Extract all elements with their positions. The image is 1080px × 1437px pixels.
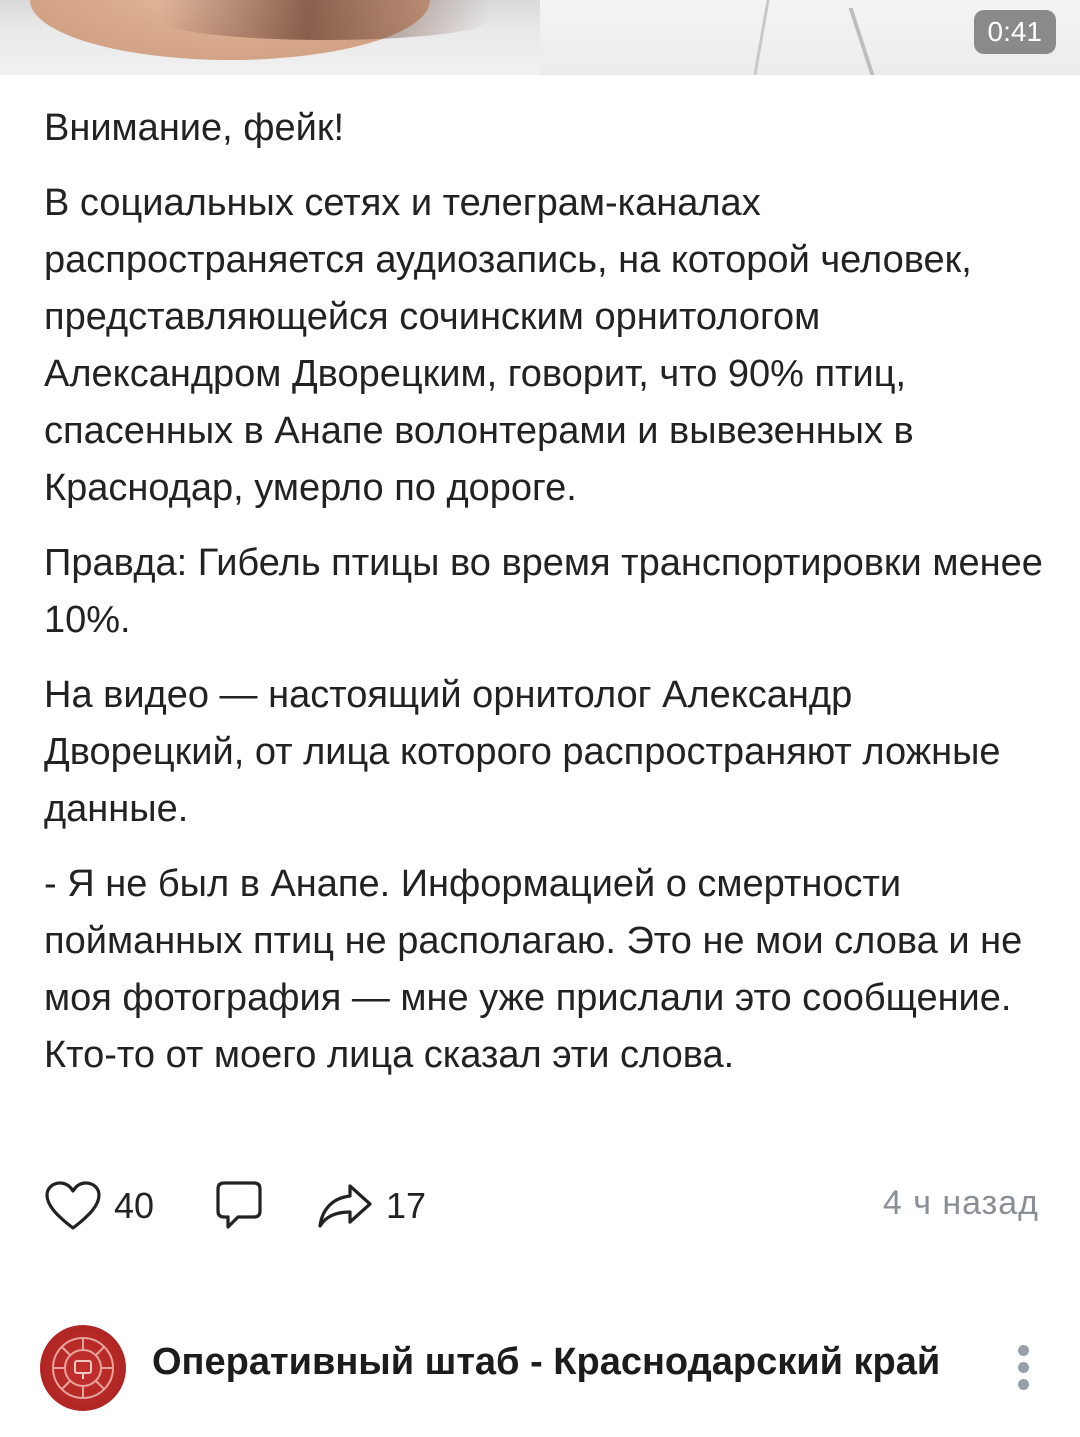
more-vertical-icon[interactable]: [1016, 1345, 1030, 1395]
video-duration-badge: 0:41: [973, 10, 1056, 54]
heart-icon: [44, 1180, 102, 1232]
post-text: Внимание, фейк! В социальных сетях и тел…: [44, 100, 1044, 1102]
next-post-header: Оперативный штаб - Краснодарский край: [40, 1325, 1040, 1411]
post-timestamp: 4 ч назад: [882, 1184, 1039, 1222]
post-actions: 40 17 4 ч назад: [44, 1178, 1039, 1234]
share-icon: [316, 1180, 374, 1232]
feed: 0:41 Внимание, фейк! В социальных сетях …: [0, 0, 1080, 1437]
share-button[interactable]: 17: [316, 1178, 426, 1234]
post-paragraph: - Я не был в Анапе. Информацией о смертн…: [44, 863, 1023, 1076]
post-paragraph: Правда: Гибель птицы во время транспорти…: [44, 542, 1043, 641]
post-paragraph: В социальных сетях и телеграм-каналах ра…: [44, 182, 972, 509]
video-frame-shadow: [160, 0, 490, 40]
comment-button[interactable]: [214, 1178, 264, 1234]
comment-icon: [214, 1179, 264, 1233]
like-count: 40: [114, 1185, 155, 1226]
share-count: 17: [386, 1185, 427, 1226]
channel-avatar-icon[interactable]: [40, 1325, 126, 1411]
like-button[interactable]: 40: [44, 1178, 154, 1234]
video-player[interactable]: 0:41: [0, 0, 1080, 75]
post-paragraph: На видео — настоящий орнитолог Александр…: [44, 674, 1001, 830]
post-paragraph: Внимание, фейк!: [44, 107, 345, 149]
channel-name[interactable]: Оперативный штаб - Краснодарский край: [152, 1341, 940, 1384]
